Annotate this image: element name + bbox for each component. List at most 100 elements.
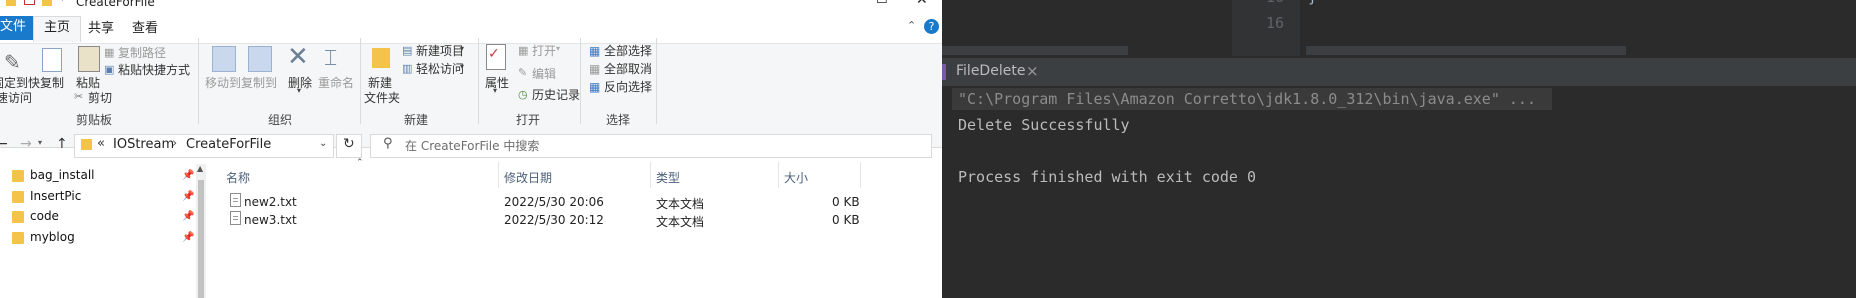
new-group-label: 新建 bbox=[404, 113, 429, 127]
nav-item-bag-install[interactable]: bag_install 📌 bbox=[0, 166, 200, 188]
file-date: 2022/5/30 20:12 bbox=[504, 213, 604, 227]
left-editor-scrollbar[interactable] bbox=[942, 46, 1128, 55]
pin-quick-access-button-line2[interactable]: 速访问 bbox=[0, 89, 32, 106]
tab-file[interactable]: 文件 bbox=[0, 16, 37, 40]
easy-access-button[interactable]: 轻松访问 bbox=[416, 60, 464, 77]
properties-check-icon: ✓ bbox=[488, 46, 500, 62]
copy-icon bbox=[42, 48, 62, 72]
column-divider bbox=[860, 162, 861, 188]
minimize-button[interactable]: — bbox=[840, 0, 852, 6]
column-header-size[interactable]: 大小 bbox=[784, 169, 808, 186]
delete-icon: ✕ bbox=[287, 42, 309, 72]
easy-access-dropdown-icon[interactable]: ▾ bbox=[460, 62, 464, 71]
quick-access-dropdown-icon[interactable]: ▾ bbox=[60, 0, 65, 4]
refresh-button[interactable]: ↻ bbox=[336, 134, 362, 158]
select-all-button[interactable]: 全部选择 bbox=[604, 42, 652, 59]
copy-to-button[interactable]: 复制到 bbox=[241, 74, 277, 91]
folder-icon bbox=[12, 211, 24, 223]
run-console[interactable]: "C:\Program Files\Amazon Corretto\jdk1.8… bbox=[942, 86, 1856, 298]
help-button[interactable]: ? bbox=[924, 19, 939, 34]
recent-locations-icon[interactable]: ▾ bbox=[38, 138, 42, 147]
search-placeholder: 在 CreateForFile 中搜索 bbox=[405, 139, 540, 153]
open-button[interactable]: 打开 bbox=[532, 42, 556, 59]
copy-path-button[interactable]: 复制路径 bbox=[118, 44, 166, 61]
pin-icon: 📌 bbox=[182, 170, 195, 181]
tab-share[interactable]: 共享 bbox=[78, 18, 124, 42]
cut-button[interactable]: 剪切 bbox=[88, 89, 112, 106]
rename-button[interactable]: 重命名 bbox=[318, 74, 354, 91]
open-group-label: 打开 bbox=[516, 113, 541, 127]
collapse-ribbon-icon[interactable]: ⌃ bbox=[907, 19, 916, 32]
move-to-icon bbox=[212, 46, 236, 72]
new-folder-icon bbox=[372, 48, 390, 68]
search-box[interactable]: ⚲ 在 CreateForFile 中搜索 bbox=[370, 134, 932, 158]
up-button[interactable]: ↑ bbox=[56, 136, 68, 152]
open-dropdown-icon[interactable]: ▾ bbox=[556, 44, 560, 53]
line-gutter: 16 16 bbox=[1232, 0, 1300, 56]
edit-button[interactable]: 编辑 bbox=[532, 65, 556, 82]
close-button[interactable]: ✕ bbox=[916, 0, 928, 8]
checkmark-icon[interactable] bbox=[24, 0, 35, 5]
forward-button[interactable]: → bbox=[20, 136, 32, 152]
tab-home[interactable]: 主页 bbox=[33, 16, 82, 42]
nav-item-code[interactable]: code 📌 bbox=[0, 207, 200, 229]
run-tool-window-header: FileDelete × bbox=[942, 58, 1856, 86]
tab-view-label: 查看 bbox=[132, 21, 159, 36]
nav-item-label: bag_install bbox=[30, 168, 95, 182]
console-line: Process finished with exit code 0 bbox=[958, 168, 1257, 186]
ribbon-separator bbox=[478, 38, 479, 124]
address-bar[interactable]: « IOStream › CreateForFile ⌄ bbox=[74, 134, 334, 158]
properties-dropdown-icon[interactable]: ▾ bbox=[493, 86, 497, 95]
move-to-button[interactable]: 移动到 bbox=[205, 74, 241, 91]
nav-scrollbar[interactable]: ▲ bbox=[196, 164, 206, 298]
file-list: ⌃ 名称 修改日期 类型 大小 new2.txt 2022/5/30 20:06… bbox=[214, 158, 934, 298]
tab-file-label: 文件 bbox=[0, 19, 27, 34]
column-divider bbox=[650, 162, 651, 188]
tab-home-label: 主页 bbox=[44, 20, 71, 35]
breadcrumb-iostream[interactable]: IOStream bbox=[113, 137, 174, 152]
line-number-partial: 16 bbox=[1266, 0, 1284, 6]
column-header-date[interactable]: 修改日期 bbox=[504, 169, 552, 186]
quick-folder-icon[interactable] bbox=[42, 0, 52, 6]
folder-icon bbox=[12, 232, 24, 244]
scroll-thumb[interactable] bbox=[198, 180, 204, 298]
address-overflow[interactable]: « bbox=[97, 136, 105, 151]
rename-icon: ⌶ bbox=[324, 46, 338, 71]
run-tab-accent bbox=[942, 64, 946, 80]
run-tab-label[interactable]: FileDelete bbox=[956, 63, 1025, 79]
refresh-icon: ↻ bbox=[343, 136, 355, 152]
open-icon: ▦ bbox=[518, 44, 529, 57]
scroll-up-icon[interactable]: ▲ bbox=[197, 164, 203, 173]
breadcrumb-separator: › bbox=[172, 136, 178, 151]
tab-view[interactable]: 查看 bbox=[122, 18, 168, 42]
text-file-icon bbox=[230, 193, 241, 207]
new-item-button[interactable]: 新建项目 bbox=[416, 42, 464, 59]
column-header-type[interactable]: 类型 bbox=[656, 169, 680, 186]
copy-to-icon bbox=[248, 46, 272, 72]
right-editor-scrollbar[interactable] bbox=[1306, 46, 1626, 55]
file-size: 0 KB bbox=[832, 195, 860, 209]
file-name: new2.txt bbox=[244, 195, 297, 209]
back-button[interactable]: ← bbox=[0, 136, 8, 152]
ribbon-separator bbox=[656, 38, 657, 124]
select-none-button[interactable]: 全部取消 bbox=[604, 60, 652, 77]
invert-selection-button[interactable]: 反向选择 bbox=[604, 78, 652, 95]
new-item-icon: ▤ bbox=[402, 44, 413, 57]
new-item-dropdown-icon[interactable]: ▾ bbox=[460, 44, 464, 53]
new-folder-button-line2[interactable]: 文件夹 bbox=[364, 89, 400, 106]
pin-icon: 📌 bbox=[182, 232, 195, 243]
breadcrumb-createforfile[interactable]: CreateForFile bbox=[186, 137, 271, 152]
maximize-button[interactable]: ☐ bbox=[876, 0, 888, 7]
history-button[interactable]: 历史记录 bbox=[532, 86, 580, 103]
edit-icon: ✎ bbox=[518, 66, 528, 79]
select-all-icon: ▦ bbox=[589, 44, 601, 58]
delete-dropdown-icon[interactable]: ▾ bbox=[297, 86, 301, 95]
paste-shortcut-button[interactable]: 粘贴快捷方式 bbox=[118, 61, 190, 78]
run-tab-close-button[interactable]: × bbox=[1026, 62, 1039, 80]
address-dropdown-icon[interactable]: ⌄ bbox=[319, 138, 327, 149]
nav-item-insertpic[interactable]: InsertPic 📌 bbox=[0, 187, 200, 209]
column-header-name[interactable]: 名称 bbox=[226, 169, 250, 186]
organize-group-label: 组织 bbox=[268, 113, 293, 127]
nav-item-myblog[interactable]: myblog 📌 bbox=[0, 228, 200, 250]
copy-button[interactable]: 复制 bbox=[40, 74, 64, 91]
